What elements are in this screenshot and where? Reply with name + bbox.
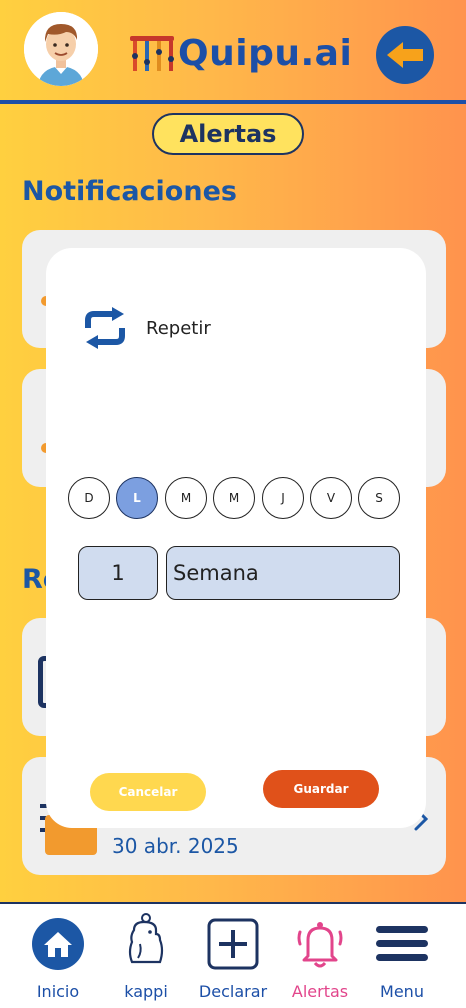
capybara-icon	[128, 913, 164, 964]
weekday-selector: D L M M J V S	[68, 477, 402, 519]
interval-unit-select[interactable]: Semana	[166, 546, 400, 600]
nav-item-menu[interactable]: Menu	[357, 914, 447, 1001]
hamburger-icon	[376, 926, 428, 961]
day-button-m2[interactable]: M	[213, 477, 255, 519]
repeat-row: Repetir	[82, 306, 211, 350]
repeat-modal: Repetir D L M M J V S 1 Semana Cancelar …	[46, 248, 426, 828]
day-button-s[interactable]: S	[358, 477, 400, 519]
bottom-navigation: Inicio kappi Declarar Alertas Menu	[0, 902, 466, 1008]
nav-label-alertas: Alertas	[291, 982, 349, 1001]
day-button-l[interactable]: L	[116, 477, 158, 519]
nav-item-inicio[interactable]: Inicio	[13, 914, 103, 1001]
nav-label-kappi: kappi	[124, 982, 168, 1001]
reminder-date: 30 abr. 2025	[112, 834, 239, 858]
nav-label-menu: Menu	[380, 982, 424, 1001]
app-logo: Quipu.ai	[128, 30, 352, 76]
plus-square-icon	[207, 918, 259, 970]
save-button[interactable]: Guardar	[263, 770, 379, 808]
cancel-button[interactable]: Cancelar	[90, 773, 206, 811]
app-header: Quipu.ai	[0, 0, 466, 100]
repeat-icon	[85, 307, 125, 349]
quipu-logo-icon	[130, 36, 174, 71]
avatar-illustration	[24, 12, 98, 86]
day-button-d[interactable]: D	[68, 477, 110, 519]
nav-item-declarar[interactable]: Declarar	[188, 914, 278, 1001]
notifications-heading: Notificaciones	[22, 176, 237, 207]
user-avatar[interactable]	[24, 12, 98, 86]
day-button-j[interactable]: J	[262, 477, 304, 519]
repeat-label: Repetir	[146, 317, 211, 339]
interval-count-input[interactable]: 1	[78, 546, 158, 600]
nav-item-alertas[interactable]: Alertas	[275, 914, 365, 1001]
day-button-v[interactable]: V	[310, 477, 352, 519]
header-divider	[0, 100, 466, 104]
logo-text: Quipu.ai	[178, 32, 353, 74]
day-button-m[interactable]: M	[165, 477, 207, 519]
bell-icon	[297, 922, 343, 968]
nav-item-kappi[interactable]: kappi	[101, 913, 191, 1001]
arrow-left-icon	[387, 42, 423, 68]
back-button[interactable]	[376, 26, 434, 84]
nav-label-inicio: Inicio	[36, 982, 80, 1001]
section-title-pill: Alertas	[152, 113, 304, 155]
nav-label-declarar: Declarar	[198, 982, 268, 1001]
home-icon	[32, 918, 84, 970]
